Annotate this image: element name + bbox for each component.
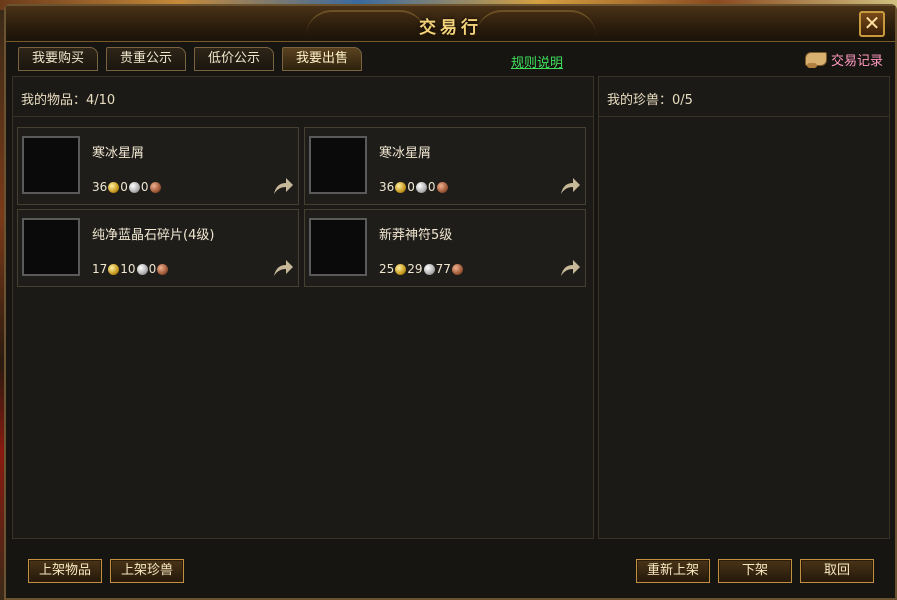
- tab-valuable-notice[interactable]: 贵重公示: [106, 47, 186, 71]
- share-arrow-icon[interactable]: [559, 176, 581, 196]
- gold-coin-icon: [108, 181, 120, 193]
- share-arrow-icon[interactable]: [559, 258, 581, 278]
- copper-amount: 0: [140, 180, 149, 194]
- scroll-icon: [803, 49, 827, 69]
- title-bar: 交易行 ✕: [6, 6, 895, 42]
- gold-amount: 36: [379, 180, 395, 194]
- silver-coin-icon: [128, 181, 140, 193]
- gold-coin-icon: [108, 263, 120, 275]
- item-price: 25 29 77: [379, 262, 464, 276]
- tab-sell[interactable]: 我要出售: [282, 47, 362, 71]
- silver-coin-icon: [136, 263, 148, 275]
- gold-coin-icon: [395, 181, 407, 193]
- item-slot[interactable]: 纯净蓝晶石碎片(4级) 17 10 0: [17, 209, 299, 287]
- trading-house-window: 交易行 ✕ 我要购买 贵重公示 低价公示 我要出售 规则说明 交易记录 我的物品…: [4, 4, 897, 600]
- copper-coin-icon: [436, 181, 448, 193]
- close-icon: ✕: [863, 11, 881, 35]
- share-arrow-icon[interactable]: [272, 258, 294, 278]
- item-price: 17 10 0: [92, 262, 169, 276]
- ice-shard-icon: [309, 136, 367, 194]
- item-slot[interactable]: 新莽神符5级 25 29 77: [304, 209, 586, 287]
- blue-crystal-icon: [22, 218, 80, 276]
- silver-amount: 0: [120, 180, 128, 194]
- trade-record-button[interactable]: 交易记录: [803, 49, 883, 69]
- gold-amount: 17: [92, 262, 108, 276]
- list-item-button[interactable]: 上架物品: [28, 559, 102, 583]
- my-items-header: 我的物品：4/10: [13, 77, 593, 117]
- delist-button[interactable]: 下架: [718, 559, 792, 583]
- list-pet-button[interactable]: 上架珍兽: [110, 559, 184, 583]
- item-name: 寒冰星屑: [92, 146, 145, 161]
- my-pets-panel: 我的珍兽：0/5: [598, 76, 890, 539]
- gold-coin-icon: [395, 263, 407, 275]
- item-slot[interactable]: 寒冰星屑 36 0 0: [17, 127, 299, 205]
- silver-coin-icon: [415, 181, 427, 193]
- item-price: 36 0 0: [92, 180, 162, 194]
- gold-amount: 36: [92, 180, 108, 194]
- silver-coin-icon: [423, 263, 435, 275]
- gold-amount: 25: [379, 262, 395, 276]
- tab-low-price-notice[interactable]: 低价公示: [194, 47, 274, 71]
- rules-link[interactable]: 规则说明: [511, 52, 563, 71]
- copper-coin-icon: [157, 263, 169, 275]
- copper-coin-icon: [451, 263, 463, 275]
- retrieve-button[interactable]: 取回: [800, 559, 874, 583]
- copper-amount: 0: [148, 262, 157, 276]
- close-button[interactable]: ✕: [859, 11, 885, 37]
- silver-amount: 29: [407, 262, 423, 276]
- ice-shard-icon: [22, 136, 80, 194]
- item-name: 寒冰星屑: [379, 146, 432, 161]
- copper-coin-icon: [149, 181, 161, 193]
- green-talisman-icon: [309, 218, 367, 276]
- item-price: 36 0 0: [379, 180, 449, 194]
- silver-amount: 0: [407, 180, 415, 194]
- silver-amount: 10: [120, 262, 136, 276]
- relist-button[interactable]: 重新上架: [636, 559, 710, 583]
- share-arrow-icon[interactable]: [272, 176, 294, 196]
- item-name: 纯净蓝晶石碎片(4级): [92, 228, 215, 243]
- item-name: 新莽神符5级: [379, 228, 453, 243]
- my-items-panel: 我的物品：4/10 寒冰星屑 36 0 0 寒冰星屑 36 0 0 纯净蓝晶石碎…: [12, 76, 594, 539]
- tab-buy[interactable]: 我要购买: [18, 47, 98, 71]
- my-pets-header: 我的珍兽：0/5: [599, 77, 889, 117]
- trade-record-label: 交易记录: [830, 53, 883, 69]
- copper-amount: 0: [427, 180, 436, 194]
- item-slot[interactable]: 寒冰星屑 36 0 0: [304, 127, 586, 205]
- window-title: 交易行: [419, 18, 482, 38]
- copper-amount: 77: [435, 262, 451, 276]
